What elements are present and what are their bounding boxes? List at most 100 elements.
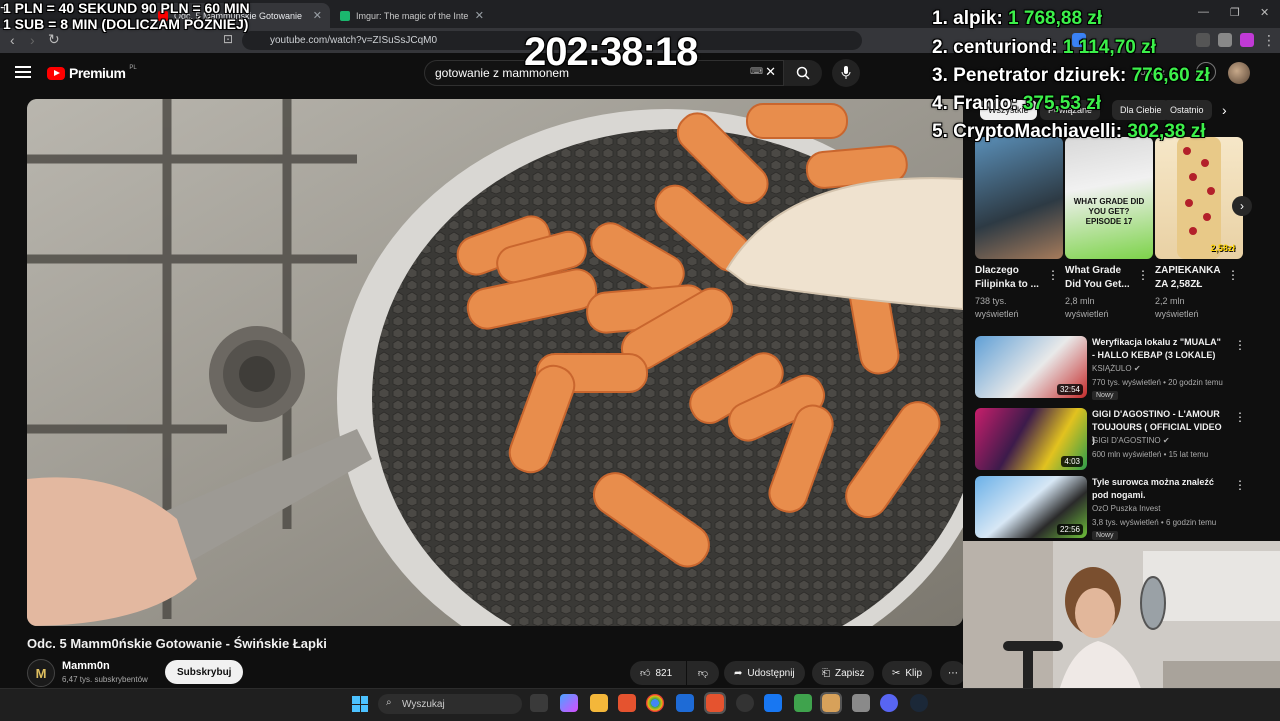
extension-icon[interactable] (1196, 33, 1210, 47)
video-thumbnail[interactable]: 4:03 (975, 408, 1087, 470)
youtube-logo[interactable]: Premium PL (47, 65, 137, 81)
search-icon (796, 66, 810, 80)
short-thumbnail-text: 2,58zł (1210, 243, 1235, 253)
video-duration: 22:56 (1056, 524, 1083, 535)
minimize-icon[interactable]: — (1198, 6, 1209, 18)
chip-for-you[interactable]: Dla Ciebie (1112, 100, 1170, 120)
calculator-icon[interactable] (852, 694, 870, 712)
clear-search-icon[interactable]: ✕ (765, 64, 776, 80)
chips-next-icon[interactable]: › (1222, 102, 1227, 118)
like-button[interactable]: 👍︎ 821 (630, 661, 686, 685)
like-count: 821 (655, 667, 673, 679)
logo-region: PL (129, 65, 137, 71)
imgur-favicon-icon (340, 10, 350, 21)
video-list-channel[interactable]: OzO Puszka Invest (1092, 504, 1160, 513)
share-button[interactable]: ➦ Udostępnij (724, 661, 805, 685)
tab-label: Imgur: The magic of the Internet (356, 10, 469, 21)
more-options-icon[interactable]: ⋮ (1234, 338, 1246, 352)
hamburger-menu-icon[interactable] (15, 66, 31, 78)
close-tab-icon[interactable]: ✕ (475, 9, 484, 22)
verified-icon: ✔ (1133, 364, 1141, 373)
more-options-icon[interactable]: ⋮ (1137, 268, 1149, 282)
back-icon[interactable]: ‹ (10, 32, 15, 48)
windows-start-icon[interactable] (352, 696, 368, 712)
clip-label: Klip (905, 667, 923, 679)
app-icon[interactable] (794, 694, 812, 712)
dislike-button[interactable]: 👎︎ (687, 661, 719, 685)
maximize-icon[interactable]: ❐ (1230, 6, 1240, 19)
youtube-play-icon (47, 66, 65, 80)
save-icon: ⎗ (822, 667, 830, 679)
close-window-icon[interactable]: ✕ (1260, 6, 1269, 19)
app-icon[interactable] (820, 692, 842, 714)
user-avatar[interactable] (1228, 62, 1250, 84)
chip-label: Ostatnio (1170, 105, 1204, 115)
leaderboard-name: Franio: (953, 93, 1018, 114)
leaderboard-name: CryptoMachiavelli: (953, 121, 1123, 142)
video-duration: 4:03 (1061, 456, 1083, 467)
extension-icon[interactable] (1240, 33, 1254, 47)
leaderboard-amount: 302,38 zł (1127, 121, 1206, 142)
short-title[interactable]: Dlaczego Filipinka to ... (975, 264, 1047, 292)
short-title[interactable]: ZAPIEKANKA ZA 2,58ZŁ (1155, 264, 1227, 292)
bookmark-icon[interactable]: ⊡ (223, 32, 233, 46)
channel-subscribers: 6,47 tys. subskrybentów (62, 675, 148, 684)
close-tab-icon[interactable]: ✕ (313, 9, 322, 22)
store-icon[interactable] (676, 694, 694, 712)
more-options-icon[interactable]: ⋮ (1234, 410, 1246, 424)
leaderboard-amount: 1 114,70 zł (1062, 37, 1156, 58)
leaderboard-amount: 1 768,88 zł (1008, 8, 1103, 29)
short-thumbnail[interactable] (975, 137, 1063, 259)
subscribe-label: Subskrybuj (177, 666, 232, 678)
app-icon[interactable] (764, 694, 782, 712)
save-button[interactable]: ⎗ Zapisz (812, 661, 875, 685)
video-thumbnail[interactable]: 32:54 (975, 336, 1087, 398)
keyboard-icon[interactable]: ⌨ (750, 66, 763, 77)
task-view-icon[interactable] (530, 694, 548, 712)
chrome-icon[interactable] (646, 694, 664, 712)
subscribe-button[interactable]: Subskrybuj (165, 660, 244, 684)
video-list-title[interactable]: Weryfikacja lokalu z "MUALA" - HALLO KEB… (1092, 336, 1224, 362)
reload-icon[interactable]: ↻ (48, 31, 60, 48)
chip-label: Dla Ciebie (1120, 105, 1162, 115)
brave-active-icon[interactable] (704, 692, 726, 714)
obs-icon[interactable] (736, 694, 754, 712)
url-text: youtube.com/watch?v=ZISuSsJCqM0 (270, 35, 438, 46)
more-options-icon[interactable]: ⋮ (1227, 268, 1239, 282)
steam-icon[interactable] (910, 694, 928, 712)
clip-button[interactable]: ✂ Klip (882, 661, 933, 685)
subathon-timer: 202:38:18 (524, 30, 698, 74)
channel-name[interactable]: Mamm0n (62, 660, 110, 672)
video-player[interactable] (27, 99, 963, 626)
short-title[interactable]: What Grade Did You Get... (1065, 264, 1137, 292)
video-list-meta: 3,8 tys. wyświetleń • 6 godzin temu (1092, 518, 1217, 527)
voice-search-button[interactable] (832, 59, 860, 87)
leaderboard-row: 4. Franio: 375,53 zł (932, 93, 1101, 115)
tab-imgur[interactable]: Imgur: The magic of the Internet ✕ (332, 3, 492, 28)
menu-icon[interactable]: ⋮ (1262, 32, 1276, 49)
more-options-icon[interactable]: ⋮ (1234, 478, 1246, 492)
forward-icon[interactable]: › (30, 32, 35, 48)
shorts-next-button[interactable]: › (1232, 196, 1252, 216)
brave-browser-icon[interactable] (618, 694, 636, 712)
discord-icon[interactable] (880, 694, 898, 712)
chip-recent[interactable]: Ostatnio (1162, 100, 1212, 120)
video-list-title[interactable]: Tyle surowca można znaleźć pod nogami. (1092, 476, 1224, 502)
leaderboard-rank: 4. (932, 93, 948, 114)
taskbar-search-input[interactable]: ⌕ Wyszukaj (378, 694, 522, 714)
leaderboard-amount: 375,53 zł (1022, 93, 1101, 114)
leaderboard-name: alpik: (953, 8, 1003, 29)
channel-avatar[interactable]: M (27, 659, 55, 687)
more-options-icon[interactable]: ⋮ (1047, 268, 1059, 282)
extension-icon[interactable] (1218, 33, 1232, 47)
video-thumbnail[interactable]: 22:56 (975, 476, 1087, 538)
new-badge: Nowy (1092, 531, 1118, 540)
video-list-channel[interactable]: KSIĄŻULO ✔ (1092, 364, 1141, 373)
file-explorer-icon[interactable] (590, 694, 608, 712)
short-views: 2,8 mln wyświetleń (1065, 296, 1109, 319)
video-list-channel[interactable]: GIGI D'AGOSTINO ✔ (1092, 436, 1170, 445)
short-thumbnail[interactable]: 2,58zł (1155, 137, 1243, 259)
search-button[interactable] (784, 60, 822, 86)
short-thumbnail[interactable]: WHAT GRADE DID YOU GET? EPISODE 17 (1065, 137, 1153, 259)
copilot-icon[interactable] (560, 694, 578, 712)
